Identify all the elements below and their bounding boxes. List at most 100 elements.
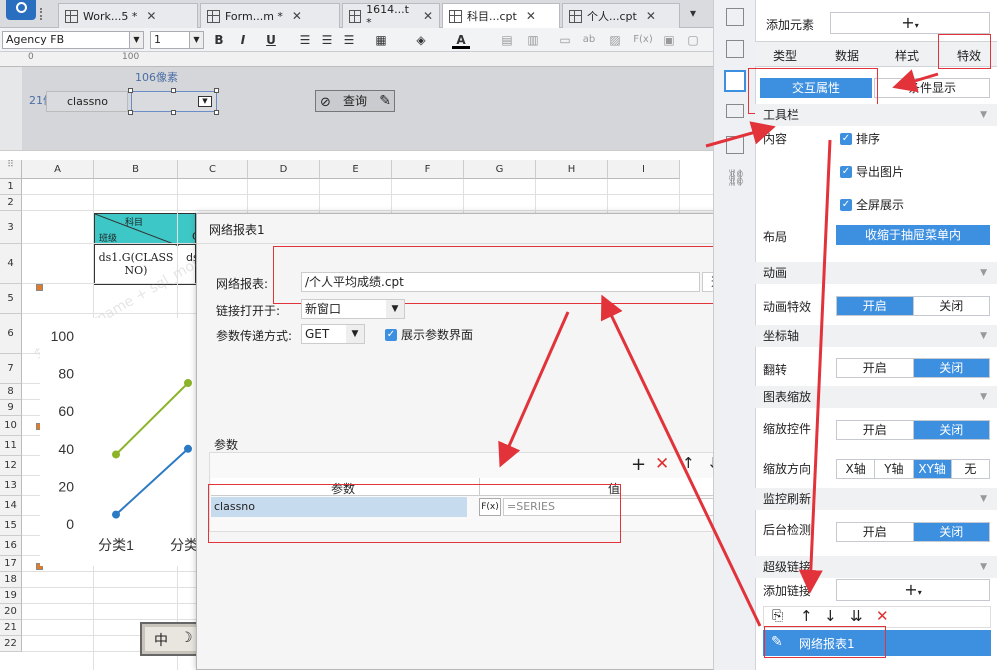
cell-b3-slash-header[interactable]: 科目 班级 xyxy=(94,213,179,246)
resize-handle[interactable] xyxy=(128,88,133,93)
corner-cell[interactable]: ⠿ xyxy=(0,160,22,179)
collapse-icon[interactable]: ▼ xyxy=(980,386,987,408)
resize-handle[interactable] xyxy=(214,110,219,115)
resize-handle[interactable] xyxy=(171,88,176,93)
section-hyperlink[interactable]: 超级链接 ▼ xyxy=(755,556,997,578)
add-link-button[interactable]: +▾ xyxy=(836,579,990,601)
collapse-icon[interactable]: ▼ xyxy=(980,262,987,284)
underline-button[interactable]: U xyxy=(262,32,280,48)
param-label-widget[interactable]: classno xyxy=(46,91,128,112)
text-color-button[interactable]: A xyxy=(452,32,470,49)
tab-1614[interactable]: 1614...t * ✕ xyxy=(342,3,440,29)
row-header[interactable]: 19 xyxy=(0,588,22,604)
font-name-select[interactable]: Agency FB ▼ xyxy=(2,31,144,49)
delete-link-icon[interactable]: ✕ xyxy=(876,607,889,625)
tab-form[interactable]: Form...m * ✕ xyxy=(200,3,340,28)
collapse-icon[interactable]: ▼ xyxy=(980,104,987,126)
close-tab-icon[interactable]: ✕ xyxy=(646,9,656,23)
move-bottom-icon[interactable]: ⇊ xyxy=(850,607,863,625)
resize-handle[interactable] xyxy=(214,88,219,93)
collapse-icon[interactable]: ▼ xyxy=(980,488,987,510)
column-header[interactable]: C xyxy=(178,160,248,179)
move-down-icon[interactable]: ↓ xyxy=(824,607,837,625)
app-logo-icon[interactable] xyxy=(6,0,36,20)
row-header[interactable]: 3 xyxy=(0,211,22,244)
close-tab-icon[interactable]: ✕ xyxy=(423,9,433,23)
font-size-select[interactable]: 1 ▼ xyxy=(150,31,204,49)
row-header[interactable]: 16 xyxy=(0,536,22,556)
close-tab-icon[interactable]: ✕ xyxy=(146,9,156,23)
tab-data[interactable]: 数据 xyxy=(835,47,859,64)
pass-method-select[interactable]: GET ▼ xyxy=(301,324,365,344)
row-header[interactable]: 9 xyxy=(0,400,22,416)
close-tab-icon[interactable]: ✕ xyxy=(292,9,302,23)
widget-lib-icon[interactable] xyxy=(726,8,744,26)
add-param-icon[interactable]: + xyxy=(631,454,646,475)
row-header[interactable]: 2 xyxy=(0,195,22,211)
column-header[interactable]: F xyxy=(392,160,464,179)
check-fullscreen[interactable]: ✓ 全屏展示 xyxy=(840,196,904,213)
row-header[interactable]: 18 xyxy=(0,572,22,588)
bold-button[interactable]: B xyxy=(210,32,228,48)
row-header[interactable]: 22 xyxy=(0,636,22,652)
column-header[interactable]: A xyxy=(22,160,94,179)
check-export-image[interactable]: ✓ 导出图片 xyxy=(840,163,904,180)
align-center-icon[interactable]: ☰ xyxy=(318,32,336,48)
delete-param-icon[interactable]: ✕ xyxy=(655,454,669,474)
row-header[interactable]: 5 xyxy=(0,284,22,314)
column-header[interactable]: B xyxy=(94,160,178,179)
tab-style[interactable]: 样式 xyxy=(895,47,919,64)
insert-subreport-icon[interactable]: ▢ xyxy=(684,32,702,48)
section-monitor[interactable]: 监控刷新 ▼ xyxy=(755,488,997,510)
split-cells-icon[interactable]: ▥ xyxy=(524,32,542,48)
copy-icon[interactable]: ⎘ xyxy=(772,608,783,624)
flip-toggle[interactable]: 开启 关闭 xyxy=(836,358,990,378)
bg-check-toggle[interactable]: 开启 关闭 xyxy=(836,522,990,542)
row-header[interactable]: 14 xyxy=(0,496,22,516)
resize-handle[interactable] xyxy=(128,110,133,115)
row-header[interactable]: 4 xyxy=(0,244,22,284)
tab-work[interactable]: Work...5 * ✕ xyxy=(58,3,198,28)
fill-color-icon[interactable]: ◈ xyxy=(412,32,430,48)
close-tab-icon[interactable]: ✕ xyxy=(526,9,536,23)
data-point[interactable] xyxy=(184,379,192,387)
tab-overflow-icon[interactable] xyxy=(40,8,50,20)
section-axis[interactable]: 坐标轴 ▼ xyxy=(755,325,997,347)
hyperlink-icon[interactable]: ⛓ xyxy=(726,168,746,187)
column-header[interactable]: H xyxy=(536,160,608,179)
section-zoom[interactable]: 图表缩放 ▼ xyxy=(755,386,997,408)
zoom-control-toggle[interactable]: 开启 关闭 xyxy=(836,420,990,440)
tab-personal[interactable]: 个人...cpt ✕ xyxy=(562,3,680,28)
merge-cells-icon[interactable]: ▤ xyxy=(498,32,516,48)
section-animation[interactable]: 动画 ▼ xyxy=(755,262,997,284)
query-button-widget[interactable]: ⊘ 查询 ✎ xyxy=(315,90,395,112)
show-param-checkbox[interactable]: ✓ 展示参数界面 xyxy=(385,326,473,343)
zoom-dir-toggle[interactable]: X轴 Y轴 XY轴无 xyxy=(836,459,990,479)
insert-row-icon[interactable]: ▭ xyxy=(556,32,574,48)
row-header[interactable]: 6 xyxy=(0,314,22,354)
row-header[interactable]: 7 xyxy=(0,354,22,384)
border-icon[interactable]: ▦ xyxy=(372,32,390,48)
layout-button[interactable]: 收缩于抽屉菜单内 xyxy=(836,225,990,245)
italic-button[interactable]: I xyxy=(234,32,252,48)
move-up-icon[interactable]: ↑ xyxy=(800,607,813,625)
data-point[interactable] xyxy=(184,444,192,453)
insert-chart-icon[interactable]: ▣ xyxy=(660,32,678,48)
collapse-icon[interactable]: ▼ xyxy=(980,325,987,347)
column-header[interactable]: I xyxy=(608,160,680,179)
classno-combobox-widget[interactable]: ▼ xyxy=(131,91,217,112)
tab-subject[interactable]: 科目...cpt ✕ xyxy=(442,3,560,28)
collapse-icon[interactable]: ▼ xyxy=(980,556,987,578)
column-header[interactable]: D xyxy=(248,160,320,179)
cell-element-icon[interactable] xyxy=(724,70,746,92)
column-header[interactable]: G xyxy=(464,160,536,179)
row-header[interactable]: 11 xyxy=(0,436,22,456)
insert-text-button[interactable]: ab xyxy=(580,32,598,48)
row-header[interactable]: 12 xyxy=(0,456,22,476)
condition-icon[interactable] xyxy=(726,136,744,154)
tab-menu-icon[interactable]: ▾ xyxy=(690,6,704,20)
section-toolbar[interactable]: 工具栏 ▼ xyxy=(755,104,997,126)
check-sort[interactable]: ✓ 排序 xyxy=(840,130,880,147)
data-point[interactable] xyxy=(112,450,120,459)
row-header[interactable]: 15 xyxy=(0,516,22,536)
